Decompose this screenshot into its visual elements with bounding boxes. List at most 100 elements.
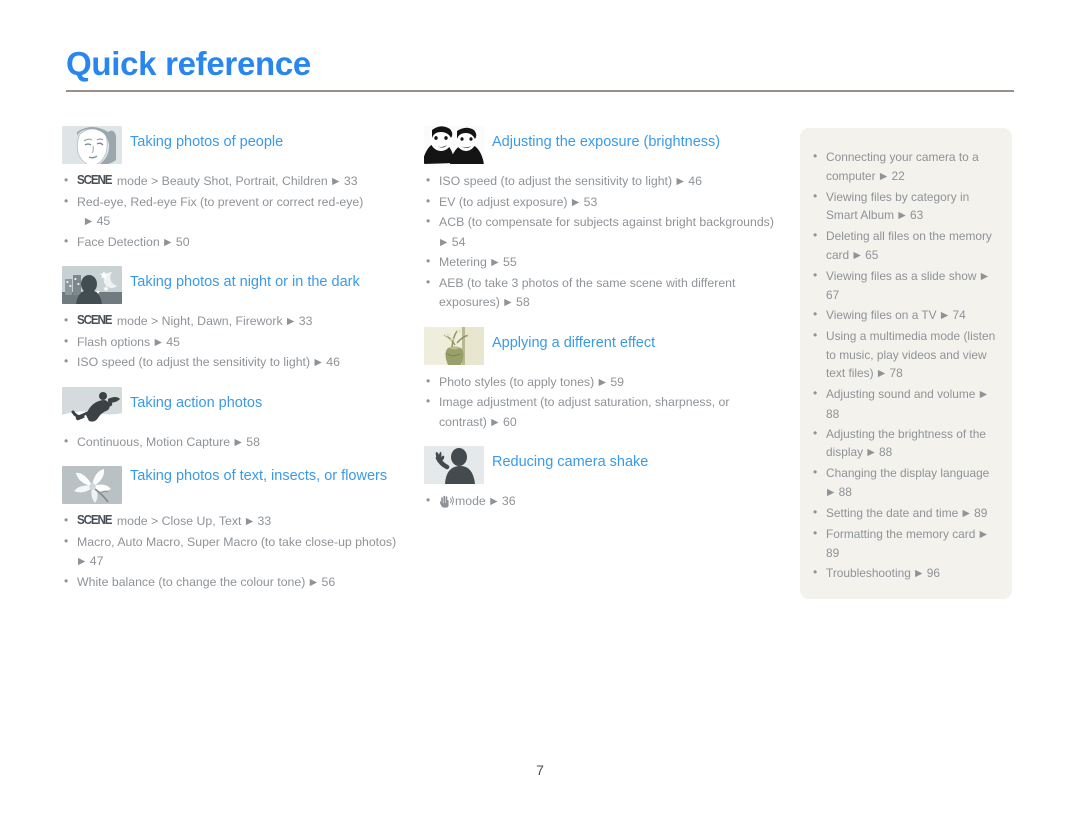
quick-link-item: Changing the display language ▶ 88 (810, 463, 999, 502)
quick-link-item: Setting the date and time ▶ 89 (810, 503, 999, 524)
quick-reference-section: Taking photos of text, insects, or flowe… (62, 466, 407, 592)
page-ref-number: 67 (826, 288, 840, 302)
list-item: Continuous, Motion Capture ▶ 58 (62, 432, 407, 453)
section-item-list: SCENE mode > Close Up, Text ▶ 33 Macro, A… (62, 511, 407, 592)
list-item: EV (to adjust exposure) ▶ 53 (424, 192, 776, 213)
list-item: mode ▶ 36 (424, 491, 776, 515)
page-ref-number: 58 (246, 434, 260, 449)
page-ref-arrow-icon: ▶ (84, 216, 93, 227)
list-item-text: Red-eye, Red-eye Fix (to prevent or corr… (77, 194, 364, 209)
page-ref-arrow-icon: ▶ (962, 507, 970, 519)
page-ref-arrow-icon: ▶ (980, 270, 989, 282)
section-title: Taking photos of text, insects, or flowe… (130, 468, 388, 484)
page-ref-arrow-icon: ▶ (491, 416, 499, 428)
quick-reference-section: Applying a different effect Photo styles … (424, 326, 776, 433)
quick-link-item: Viewing files by category in Smart Album… (810, 187, 999, 226)
page-ref-arrow-icon: ▶ (979, 389, 988, 400)
page-ref-number: 63 (910, 208, 924, 222)
page-ref-arrow-icon: ▶ (314, 357, 322, 368)
page-ref-number: 46 (688, 174, 702, 188)
list-item-text: ISO speed (to adjust the sensitivity to … (77, 355, 311, 369)
quick-link-item: Viewing files as a slide show ▶ 67 (810, 266, 999, 305)
list-item: ISO speed (to adjust the sensitivity to … (62, 352, 407, 373)
scene-mode-badge: SCENE (77, 513, 113, 528)
list-item-text: Setting the date and time (826, 505, 959, 520)
page-ref-number: 46 (326, 355, 340, 369)
quick-link-item: Using a multimedia mode (listen to music… (810, 326, 999, 384)
portrait-face-photo-icon (62, 126, 122, 164)
list-item-text: AEB (to take 3 photos of the same scene … (439, 275, 736, 310)
list-item-text: Macro, Auto Macro, Super Macro (to take … (77, 534, 397, 549)
two-faces-exposure-photo-icon (424, 126, 484, 164)
list-item-text: mode > Beauty Shot, Portrait, Children (113, 174, 328, 188)
list-item-text: Adjusting the brightness of the display (826, 426, 986, 460)
page-ref-number: 58 (516, 295, 530, 309)
page-ref-arrow-icon: ▶ (898, 210, 906, 221)
page-ref-number: 47 (89, 554, 104, 568)
list-item: ACB (to compensate for subjects against … (424, 212, 776, 252)
list-item-text: Metering (439, 255, 487, 269)
list-item: ISO speed (to adjust the sensitivity to … (424, 171, 776, 192)
page-ref-number: 33 (343, 174, 358, 188)
page-ref-arrow-icon: ▶ (979, 528, 987, 540)
section-item-list: Continuous, Motion Capture ▶ 58 (62, 432, 407, 453)
page-ref-arrow-icon: ▶ (309, 576, 318, 588)
scene-mode-badge: SCENE (77, 173, 113, 188)
vase-flowers-effect-photo-icon (424, 326, 484, 365)
list-item: Face Detection ▶ 50 (62, 232, 407, 253)
quick-link-item: Adjusting sound and volume ▶ 88 (810, 384, 999, 423)
page-ref-arrow-icon: ▶ (234, 436, 242, 448)
list-item: Red-eye, Red-eye Fix (to prevent or corr… (62, 192, 407, 232)
page-ref-number: 53 (583, 194, 598, 209)
quick-reference-section: Taking photos at night or in the dark SCE… (62, 266, 407, 373)
page-ref-arrow-icon: ▶ (940, 310, 949, 321)
hand-shake-mode-icon (439, 495, 454, 515)
list-item: AEB (to take 3 photos of the same scene … (424, 273, 776, 313)
page-ref-number: 78 (889, 366, 903, 380)
page-ref-arrow-icon: ▶ (853, 249, 861, 261)
list-item-text: mode (455, 494, 486, 508)
list-item-text: ISO speed (to adjust the sensitivity to … (439, 174, 673, 188)
list-item-text: Photo styles (to apply tones) (439, 374, 595, 389)
list-item-text: Face Detection (77, 234, 160, 249)
page-ref-number: 89 (826, 546, 840, 560)
list-item-text: Using a multimedia mode (listen to music… (826, 329, 996, 380)
page-ref-number: 88 (878, 445, 893, 459)
page-title: Quick reference (66, 45, 311, 82)
quick-link-item: Deleting all files on the memory card ▶ … (810, 226, 999, 265)
section-title: Reducing camera shake (492, 454, 649, 470)
page-ref-number: 55 (503, 255, 517, 269)
section-title: Taking action photos (130, 394, 263, 411)
quick-link-item: Connecting your camera to a computer ▶ 2… (810, 147, 999, 186)
list-item-text: ACB (to compensate for subjects against … (439, 215, 774, 229)
page-ref-number: 88 (838, 484, 852, 499)
page-ref-number: 45 (166, 334, 180, 349)
page-ref-number: 74 (952, 308, 966, 322)
list-item-text: mode > Night, Dawn, Firework (113, 314, 283, 328)
section-item-list: SCENE mode > Beauty Shot, Portrait, Chil… (62, 171, 407, 253)
list-item: SCENE mode > Night, Dawn, Firework ▶ 33 (62, 311, 407, 332)
section-header: Taking photos of people (62, 126, 407, 166)
list-item-text: White balance (to change the colour tone… (77, 574, 306, 589)
right-column: Connecting your camera to a computer ▶ 2… (800, 128, 1012, 599)
page-ref-number: 96 (926, 566, 941, 580)
section-header: Taking photos at night or in the dark (62, 266, 407, 306)
list-item: Flash options ▶ 45 (62, 332, 407, 353)
page-ref-arrow-icon: ▶ (287, 316, 295, 327)
list-item: Metering ▶ 55 (424, 252, 776, 273)
document-page: Quick reference Taking photos of people S… (0, 0, 1080, 815)
list-item-text: Viewing files as a slide show (826, 268, 977, 283)
page-ref-number: 22 (891, 168, 905, 183)
list-item: Photo styles (to apply tones) ▶ 59 (424, 372, 776, 393)
page-ref-arrow-icon: ▶ (164, 236, 172, 248)
person-waving-shake-photo-icon (424, 446, 484, 484)
section-title: Applying a different effect (492, 334, 656, 351)
section-title: Taking photos at night or in the dark (130, 274, 360, 290)
quick-reference-section: Adjusting the exposure (brightness) ISO s… (424, 126, 776, 313)
list-item-text: Changing the display language (826, 466, 990, 480)
section-item-list: mode ▶ 36 (424, 491, 776, 515)
quick-reference-section: Taking photos of people SCENE mode > Beau… (62, 126, 407, 252)
page-ref-arrow-icon: ▶ (571, 196, 580, 208)
page-ref-arrow-icon: ▶ (676, 176, 684, 187)
list-item-text: EV (to adjust exposure) (439, 194, 568, 209)
